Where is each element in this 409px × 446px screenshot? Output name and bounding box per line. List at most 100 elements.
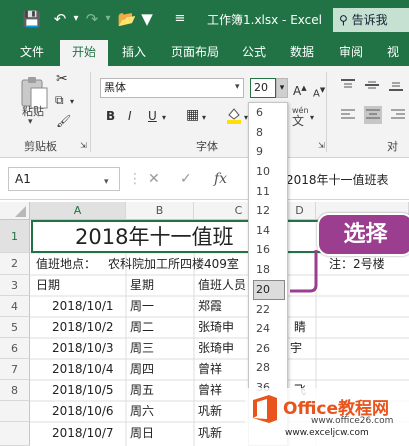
quick-access-more-icon[interactable]: ▼	[137, 9, 157, 29]
save-icon[interactable]: 💾	[22, 9, 42, 29]
col-d-cell[interactable]: 宇	[290, 338, 302, 359]
staff-cell[interactable]: 曾祥	[198, 380, 222, 401]
weekday-cell[interactable]: 周六	[130, 401, 154, 422]
font-size-option[interactable]: 24	[256, 322, 270, 335]
font-size-dropdown-icon[interactable]: ▾	[276, 78, 288, 98]
select-all-corner[interactable]	[0, 202, 30, 220]
staff-cell[interactable]: 张琦申	[198, 338, 234, 359]
font-name-value: 黑体	[104, 81, 126, 94]
tab-view[interactable]: 视	[387, 40, 399, 66]
weekday-cell[interactable]: 周四	[130, 359, 154, 380]
tab-file[interactable]: 文件	[20, 40, 44, 66]
row-header-2[interactable]: 2	[0, 253, 30, 275]
align-center-icon[interactable]	[364, 106, 382, 124]
column-header-a[interactable]: A	[30, 202, 126, 220]
staff-cell[interactable]: 巩新	[198, 423, 222, 444]
underline-dropdown-icon[interactable]: ▾	[162, 111, 166, 125]
date-cell[interactable]: 2018/10/3	[52, 338, 114, 359]
staff-cell[interactable]: 张琦申	[198, 317, 234, 338]
font-size-option[interactable]: 16	[256, 243, 270, 256]
tab-formulas[interactable]: 公式	[242, 40, 266, 66]
underline-button[interactable]: U	[148, 109, 157, 123]
paste-button-label[interactable]: 粘贴	[22, 103, 44, 119]
enter-icon[interactable]: ✓	[180, 170, 192, 188]
tell-me-box[interactable]: ⚲ 告诉我	[333, 8, 409, 32]
font-size-option[interactable]: 18	[256, 263, 270, 276]
align-left-icon[interactable]	[340, 108, 356, 122]
staff-cell[interactable]: 郑霞	[198, 296, 222, 317]
font-size-option[interactable]: 9	[256, 145, 263, 158]
font-dialog-launcher-icon[interactable]: ⇲	[318, 141, 325, 150]
tab-insert[interactable]: 插入	[122, 40, 146, 66]
shrink-font-icon[interactable]: A▼	[313, 83, 325, 101]
column-header-d[interactable]: D	[284, 202, 316, 220]
font-size-option[interactable]: 8	[256, 126, 263, 139]
row-header-4[interactable]: 4	[0, 296, 30, 317]
tab-page-layout[interactable]: 页面布局	[171, 40, 219, 66]
col-d-cell[interactable]: 睛	[294, 317, 306, 338]
border-dropdown-icon[interactable]: ▾	[202, 111, 206, 125]
weekday-cell[interactable]: 周一	[130, 296, 154, 317]
grow-font-icon[interactable]: A▲	[293, 81, 307, 98]
watermark: Office教程网 www.office26.com www.exceljcw.…	[245, 388, 409, 446]
column-header-b[interactable]: B	[126, 202, 194, 220]
date-cell[interactable]: 2018/10/1	[52, 296, 114, 317]
copy-icon[interactable]: ⧉	[55, 93, 64, 107]
weekday-cell[interactable]: 周五	[130, 380, 154, 401]
font-size-option[interactable]: 6	[256, 106, 263, 119]
insert-function-icon[interactable]: fx	[214, 170, 227, 188]
date-cell[interactable]: 2018/10/5	[52, 380, 114, 401]
row-header-7[interactable]: 7	[0, 359, 30, 380]
font-size-option[interactable]: 28	[256, 361, 270, 374]
customize-qat-icon[interactable]: ≡	[170, 9, 190, 29]
row-header-1[interactable]: 1	[0, 220, 30, 253]
row-header-9[interactable]	[0, 401, 30, 422]
paste-dropdown-icon[interactable]: ▾	[28, 117, 33, 127]
tab-review[interactable]: 审阅	[339, 40, 363, 66]
weekday-cell[interactable]: 周二	[130, 317, 154, 338]
row-header-6[interactable]: 6	[0, 338, 30, 359]
row-header-5[interactable]: 5	[0, 317, 30, 338]
weekday-cell[interactable]: 周三	[130, 338, 154, 359]
top-align-icon[interactable]	[340, 78, 356, 92]
font-size-option[interactable]: 11	[256, 185, 270, 198]
font-size-option[interactable]: 12	[256, 204, 270, 217]
font-size-input[interactable]: 20	[250, 78, 276, 98]
formula-bar-value[interactable]: 2018年十一值班表	[286, 171, 389, 188]
name-box-dropdown-icon[interactable]: ▾	[104, 173, 109, 191]
copy-dropdown-icon[interactable]: ▾	[70, 95, 74, 109]
weekday-cell[interactable]: 周日	[130, 423, 154, 444]
phonetic-guide-icon[interactable]: wén 文	[292, 106, 309, 127]
staff-cell[interactable]: 曾祥	[198, 359, 222, 380]
phonetic-dropdown-icon[interactable]: ▾	[310, 111, 314, 125]
date-cell[interactable]: 2018/10/2	[52, 317, 114, 338]
tab-home[interactable]: 开始	[60, 40, 109, 66]
italic-button[interactable]: I	[128, 109, 132, 123]
bottom-align-icon[interactable]	[388, 78, 404, 92]
date-cell[interactable]: 2018/10/7	[52, 423, 114, 444]
align-right-icon[interactable]	[390, 108, 406, 122]
row-header-8[interactable]: 8	[0, 380, 30, 401]
font-name-dropdown-icon[interactable]: ▾	[235, 82, 240, 92]
row-header-10[interactable]	[0, 422, 30, 446]
fill-color-icon[interactable]	[226, 106, 242, 124]
open-icon[interactable]: 📂	[117, 9, 137, 29]
cancel-icon[interactable]: ✕	[148, 170, 160, 188]
row-header-3[interactable]: 3	[0, 275, 30, 296]
cut-icon[interactable]: ✂	[56, 72, 68, 86]
staff-cell[interactable]: 巩新	[198, 401, 222, 422]
font-size-option[interactable]: 22	[256, 303, 270, 316]
font-name-select[interactable]: 黑体	[100, 78, 244, 98]
border-icon[interactable]: ▦	[186, 108, 199, 122]
tab-data[interactable]: 数据	[290, 40, 314, 66]
font-size-option[interactable]: 26	[256, 342, 270, 355]
font-size-option[interactable]: 10	[256, 165, 270, 178]
format-painter-icon[interactable]: 🖌	[56, 114, 71, 128]
date-cell[interactable]: 2018/10/4	[52, 359, 114, 380]
alignment-group-label: 对	[387, 140, 398, 153]
font-size-option[interactable]: 14	[256, 224, 270, 237]
date-cell[interactable]: 2018/10/6	[52, 401, 114, 422]
clipboard-dialog-launcher-icon[interactable]: ⇲	[80, 141, 87, 150]
middle-align-icon[interactable]	[364, 78, 380, 92]
bold-button[interactable]: B	[106, 109, 115, 123]
